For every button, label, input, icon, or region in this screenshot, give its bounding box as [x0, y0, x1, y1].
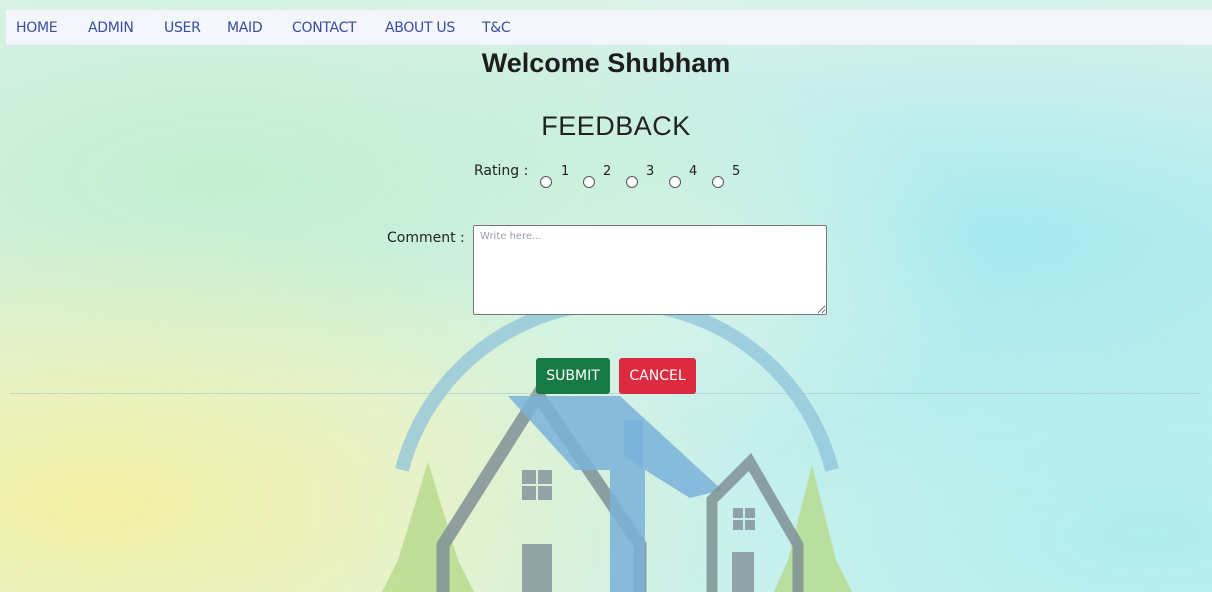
rating-option-label: 2 [603, 164, 612, 179]
cancel-button[interactable]: CANCEL [619, 358, 696, 394]
rating-option-label: 5 [732, 164, 741, 179]
rating-option-label: 3 [646, 164, 655, 179]
rating-radio-2[interactable] [583, 176, 595, 188]
page-title: FEEDBACK [541, 111, 691, 141]
submit-button[interactable]: SUBMIT [536, 358, 610, 394]
welcome-heading: Welcome Shubham [481, 48, 731, 78]
rating-radio-3[interactable] [626, 176, 638, 188]
rating-option-label: 1 [561, 164, 570, 179]
rating-radio-5[interactable] [712, 176, 724, 188]
comment-label: Comment : [387, 230, 465, 246]
rating-radio-1[interactable] [540, 176, 552, 188]
comment-textarea[interactable] [473, 225, 827, 315]
rating-option-label: 4 [689, 164, 698, 179]
rating-radio-4[interactable] [669, 176, 681, 188]
rating-label: Rating : [474, 163, 529, 179]
feedback-page: Welcome Shubham FEEDBACK Rating : 1 2 3 … [0, 0, 1212, 592]
